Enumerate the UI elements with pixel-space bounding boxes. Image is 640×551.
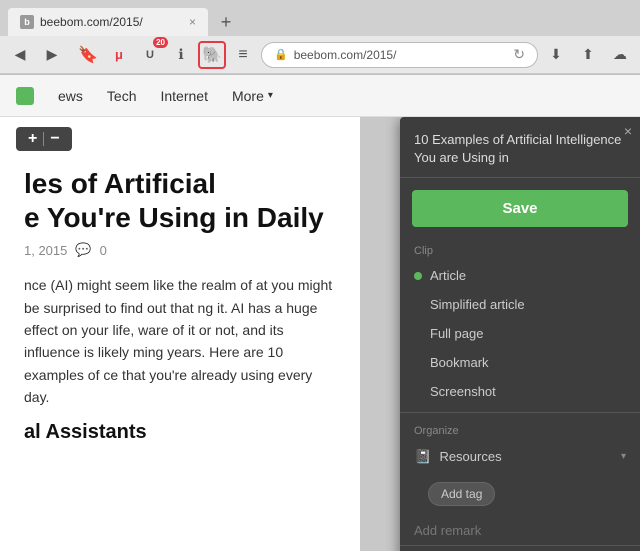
article-panel: + − les of Artificial e You're Using in …	[0, 117, 360, 551]
empty-dot-icon	[414, 301, 422, 309]
zoom-out-button[interactable]: −	[46, 131, 63, 147]
save-button[interactable]: Save	[412, 190, 628, 227]
notebook-icon: 📓	[414, 448, 431, 465]
info-btn[interactable]: ℹ	[167, 41, 195, 69]
empty-dot-icon3	[414, 359, 422, 367]
ublock-btn[interactable]: μ	[105, 41, 133, 69]
menu-btn[interactable]: ≡	[229, 41, 257, 69]
fullpage-option-label: Full page	[430, 326, 483, 341]
clip-bookmark-option[interactable]: Bookmark	[400, 348, 640, 377]
article-meta: 1, 2015 💬 0	[24, 242, 336, 258]
zoom-in-button[interactable]: +	[24, 131, 41, 147]
tab-close[interactable]: ×	[189, 15, 196, 29]
evernote-popup: × 10 Examples of Artificial Intelligence…	[400, 117, 640, 551]
bookmark-option-label: Bookmark	[430, 355, 489, 370]
reload-icon[interactable]: ↻	[513, 46, 525, 63]
options-row[interactable]: ⚙ Options	[400, 545, 640, 551]
organize-section-label: Organize	[400, 419, 640, 441]
notebook-label: Resources	[439, 449, 501, 464]
nav-news[interactable]: ews	[58, 84, 83, 108]
extension-icons: 🔖 μ U 20 ℹ 🐘 ≡	[74, 41, 257, 69]
clip-section-label: Clip	[400, 239, 640, 261]
article-title-line2: e You're Using in Daily	[24, 201, 336, 235]
clip-article-option[interactable]: Article	[400, 261, 640, 290]
screenshot-option-label: Screenshot	[430, 384, 496, 399]
article-body: nce (AI) might seem like the realm of at…	[24, 274, 336, 408]
article-title: les of Artificial e You're Using in Dail…	[24, 167, 336, 234]
add-tag-container: Add tag	[400, 472, 640, 516]
article-option-label: Article	[430, 268, 466, 283]
forward-button[interactable]: ▶	[38, 41, 66, 69]
content-area: + − les of Artificial e You're Using in …	[0, 117, 640, 551]
badge-container: U 20	[136, 41, 164, 69]
comment-icon: 💬	[75, 242, 91, 258]
nav-logo-area	[16, 87, 34, 105]
tab-bar: b beebom.com/2015/ × +	[0, 0, 640, 36]
empty-dot-icon2	[414, 330, 422, 338]
notebook-chevron-icon: ▾	[621, 451, 626, 462]
back-button[interactable]: ◀	[6, 41, 34, 69]
chevron-down-icon: ▾	[268, 90, 273, 101]
cloud-btn[interactable]: ☁	[606, 41, 634, 69]
address-bar[interactable]: 🔒 beebom.com/2015/ ↻	[261, 42, 538, 68]
popup-close-button[interactable]: ×	[624, 123, 632, 139]
empty-dot-icon4	[414, 388, 422, 396]
zoom-divider	[43, 132, 44, 146]
url-text: beebom.com/2015/	[294, 48, 508, 62]
evernote-btn[interactable]: 🐘	[198, 41, 226, 69]
nav-more-label: More	[232, 88, 264, 104]
download-btn[interactable]: ⬇	[542, 41, 570, 69]
side-strip: × 10 Examples of Artificial Intelligence…	[360, 117, 640, 551]
extension-badge-btn[interactable]: U	[136, 41, 164, 69]
nav-internet[interactable]: Internet	[160, 84, 207, 108]
section-divider	[400, 412, 640, 413]
clip-fullpage-option[interactable]: Full page	[400, 319, 640, 348]
article-title-line1: les of Artificial	[24, 167, 336, 201]
logo-icon	[16, 87, 34, 105]
article-subtitle: al Assistants	[24, 421, 336, 444]
add-remark-button[interactable]: Add remark	[400, 516, 640, 545]
tab-favicon: b	[20, 15, 34, 29]
nav-bar: ews Tech Internet More ▾	[0, 75, 640, 117]
simplified-option-label: Simplified article	[430, 297, 525, 312]
browser-toolbar: ◀ ▶ 🔖 μ U 20 ℹ 🐘 ≡ 🔒 beebom.com/2015/ ↻ …	[0, 36, 640, 74]
tab-title: beebom.com/2015/	[40, 15, 143, 29]
selected-dot-icon	[414, 272, 422, 280]
active-tab[interactable]: b beebom.com/2015/ ×	[8, 8, 208, 36]
nav-more[interactable]: More ▾	[232, 88, 273, 104]
notebook-selector[interactable]: 📓 Resources ▾	[400, 441, 640, 472]
share-btn[interactable]: ⬆	[574, 41, 602, 69]
popup-title: 10 Examples of Artificial Intelligence Y…	[400, 117, 640, 178]
add-tag-button[interactable]: Add tag	[428, 482, 495, 506]
comment-count: 0	[100, 243, 107, 258]
nav-tech[interactable]: Tech	[107, 84, 137, 108]
new-tab-button[interactable]: +	[212, 8, 240, 36]
clip-screenshot-option[interactable]: Screenshot	[400, 377, 640, 406]
security-icon: 🔒	[274, 48, 288, 61]
bookmark-btn[interactable]: 🔖	[74, 41, 102, 69]
article-date: 1, 2015	[24, 243, 67, 258]
zoom-controls: + −	[16, 127, 72, 151]
clip-simplified-option[interactable]: Simplified article	[400, 290, 640, 319]
